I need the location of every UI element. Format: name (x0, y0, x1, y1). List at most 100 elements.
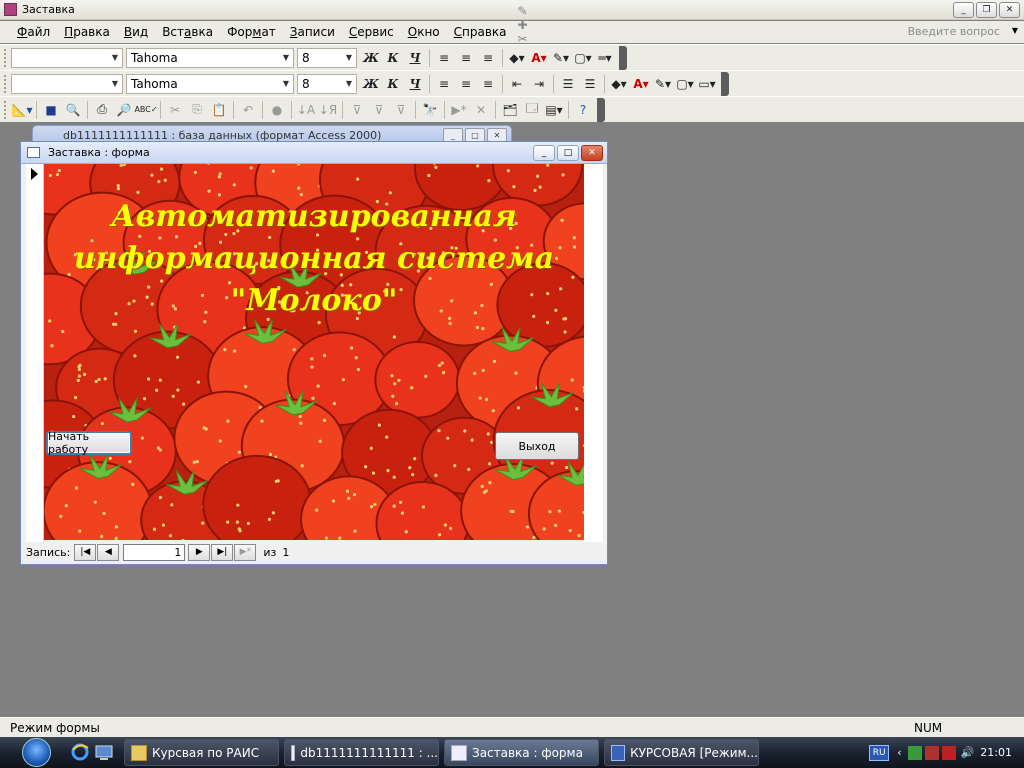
toolbar-grip[interactable] (4, 48, 7, 67)
db-minimize-button[interactable]: _ (443, 128, 463, 142)
cut-icon[interactable]: ✂ (164, 100, 186, 120)
ask-question-dropdown-icon[interactable]: ▼ (1012, 26, 1018, 35)
taskbar-item-word-document[interactable]: КУРСОВАЯ [Режим... (604, 739, 759, 766)
app-minimize-button[interactable]: _ (953, 2, 974, 18)
next-record-button[interactable]: ▶ (188, 543, 211, 561)
form-titlebar[interactable]: Заставка : форма _ □ ✕ (21, 142, 607, 164)
toolbar-options-icon[interactable] (597, 97, 605, 122)
save-icon[interactable]: ■ (40, 100, 62, 120)
db-maximize-button[interactable]: □ (465, 128, 485, 142)
menu-window[interactable]: Окно (401, 25, 447, 39)
decrease-indent-icon[interactable]: ⇤ (506, 74, 528, 94)
database-window-icon[interactable]: 🗔 (521, 100, 543, 120)
toolbar-grip[interactable] (4, 100, 7, 119)
line-width-icon[interactable]: ═▾ (594, 48, 616, 68)
taskbar-item-folder[interactable]: Курсвая по РАИС (124, 739, 279, 766)
fill-color-icon[interactable]: ◆▾ (608, 74, 630, 94)
sort-ascending-icon[interactable]: ↓A (295, 100, 317, 120)
print-preview-icon[interactable]: 🔎 (113, 100, 135, 120)
align-center-icon[interactable]: ≡ (455, 48, 477, 68)
size-combo-2[interactable]: 8 ▼ (297, 73, 357, 94)
previous-record-button[interactable]: ◀ (97, 543, 120, 561)
menu-view[interactable]: Вид (117, 25, 155, 39)
last-record-button[interactable]: ▶| (211, 543, 234, 561)
properties-icon[interactable]: 🗂 (499, 100, 521, 120)
db-close-button[interactable]: ✕ (487, 128, 507, 142)
security-icon[interactable] (924, 745, 939, 760)
menu-edit[interactable]: Правка (57, 25, 117, 39)
align-right-icon[interactable]: ≡ (477, 48, 499, 68)
line-color-icon[interactable]: ✎▾ (652, 74, 674, 94)
font-color-icon[interactable]: A▾ (630, 74, 652, 94)
toolbar-options-icon[interactable] (619, 45, 627, 70)
form-close-button[interactable]: ✕ (581, 145, 603, 161)
filter-by-form-icon[interactable]: ⊽ (368, 100, 390, 120)
form-maximize-button[interactable]: □ (557, 145, 579, 161)
italic-button-2[interactable]: К (382, 74, 404, 94)
antivirus-icon[interactable] (941, 745, 956, 760)
font-combo-2[interactable]: Tahoma ▼ (126, 73, 294, 94)
border-icon[interactable]: ▢▾ (674, 74, 696, 94)
find-icon[interactable]: 🔭 (419, 100, 441, 120)
app-close-button[interactable]: ✕ (999, 2, 1020, 18)
font-color-icon[interactable]: A▾ (528, 48, 550, 68)
hyperlink-icon[interactable]: ● (266, 100, 288, 120)
size-combo-1[interactable]: 8 ▼ (297, 47, 357, 68)
delete-record-icon[interactable]: ✕ (470, 100, 492, 120)
menu-records[interactable]: Записи (283, 25, 342, 39)
numbered-list-icon[interactable]: ☰ (557, 74, 579, 94)
current-record-input[interactable]: 1 (123, 543, 186, 561)
start-button[interactable] (18, 737, 58, 768)
apply-filter-icon[interactable]: ⊽ (390, 100, 412, 120)
exit-button[interactable]: Выход (495, 432, 579, 460)
underline-button-2[interactable]: Ч (404, 74, 426, 94)
menu-tools[interactable]: Сервис (342, 25, 401, 39)
menu-file[interactable]: Файл (10, 25, 57, 39)
sort-descending-icon[interactable]: ↓Я (317, 100, 339, 120)
object-combo-2[interactable]: ▼ (11, 73, 123, 94)
language-indicator[interactable]: RU (869, 744, 890, 761)
font-combo-1[interactable]: Tahoma ▼ (126, 47, 294, 68)
app-restore-button[interactable]: ❐ (976, 2, 997, 18)
increase-indent-icon[interactable]: ⇥ (528, 74, 550, 94)
search-file-icon[interactable]: 🔍 (62, 100, 84, 120)
view-icon[interactable]: 📐▾ (11, 100, 33, 120)
design-tools-icons[interactable]: ✎ ✚ ✂ ▣ (518, 4, 540, 60)
new-record-button[interactable]: ▶* (234, 543, 257, 561)
help-icon[interactable]: ? (572, 100, 594, 120)
form-minimize-button[interactable]: _ (533, 145, 555, 161)
toolbar-grip[interactable] (4, 74, 7, 93)
undo-icon[interactable]: ↶ (237, 100, 259, 120)
special-effect-icon[interactable]: ▭▾ (696, 74, 718, 94)
menu-help[interactable]: Справка (447, 25, 514, 39)
print-icon[interactable]: ⎙ (91, 100, 113, 120)
align-left-icon[interactable]: ≡ (433, 74, 455, 94)
italic-button[interactable]: К (382, 48, 404, 68)
clock[interactable]: 21:01 (980, 746, 1012, 759)
border-icon[interactable]: ▢▾ (572, 48, 594, 68)
menu-insert[interactable]: Вставка (155, 25, 220, 39)
copy-icon[interactable]: ⎘ (186, 100, 208, 120)
bold-button[interactable]: Ж (360, 48, 382, 68)
network-icon[interactable] (907, 745, 922, 760)
taskbar-item-database[interactable]: db1111111111111 : ... (284, 739, 439, 766)
align-left-icon[interactable]: ≡ (433, 48, 455, 68)
bulleted-list-icon[interactable]: ☰ (579, 74, 601, 94)
show-desktop-icon[interactable] (94, 742, 114, 762)
menu-format[interactable]: Формат (220, 25, 283, 39)
tray-expand-icon[interactable]: ‹ (897, 746, 901, 759)
line-color-icon[interactable]: ✎▾ (550, 48, 572, 68)
spelling-icon[interactable]: ABC✓ (134, 100, 157, 120)
fill-color-icon[interactable]: ◆▾ (506, 48, 528, 68)
first-record-button[interactable]: |◀ (74, 543, 97, 561)
new-record-icon[interactable]: ▶* (448, 100, 470, 120)
underline-button[interactable]: Ч (404, 48, 426, 68)
filter-by-selection-icon[interactable]: ⊽ (346, 100, 368, 120)
new-object-icon[interactable]: ▤▾ (543, 100, 565, 120)
paste-icon[interactable]: 📋 (208, 100, 230, 120)
record-selector[interactable] (26, 164, 44, 542)
object-combo-1[interactable]: ▼ (11, 47, 123, 68)
align-center-icon[interactable]: ≡ (455, 74, 477, 94)
toolbar-options-icon[interactable] (721, 71, 729, 96)
taskbar-item-splash-form[interactable]: Заставка : форма (444, 739, 599, 766)
